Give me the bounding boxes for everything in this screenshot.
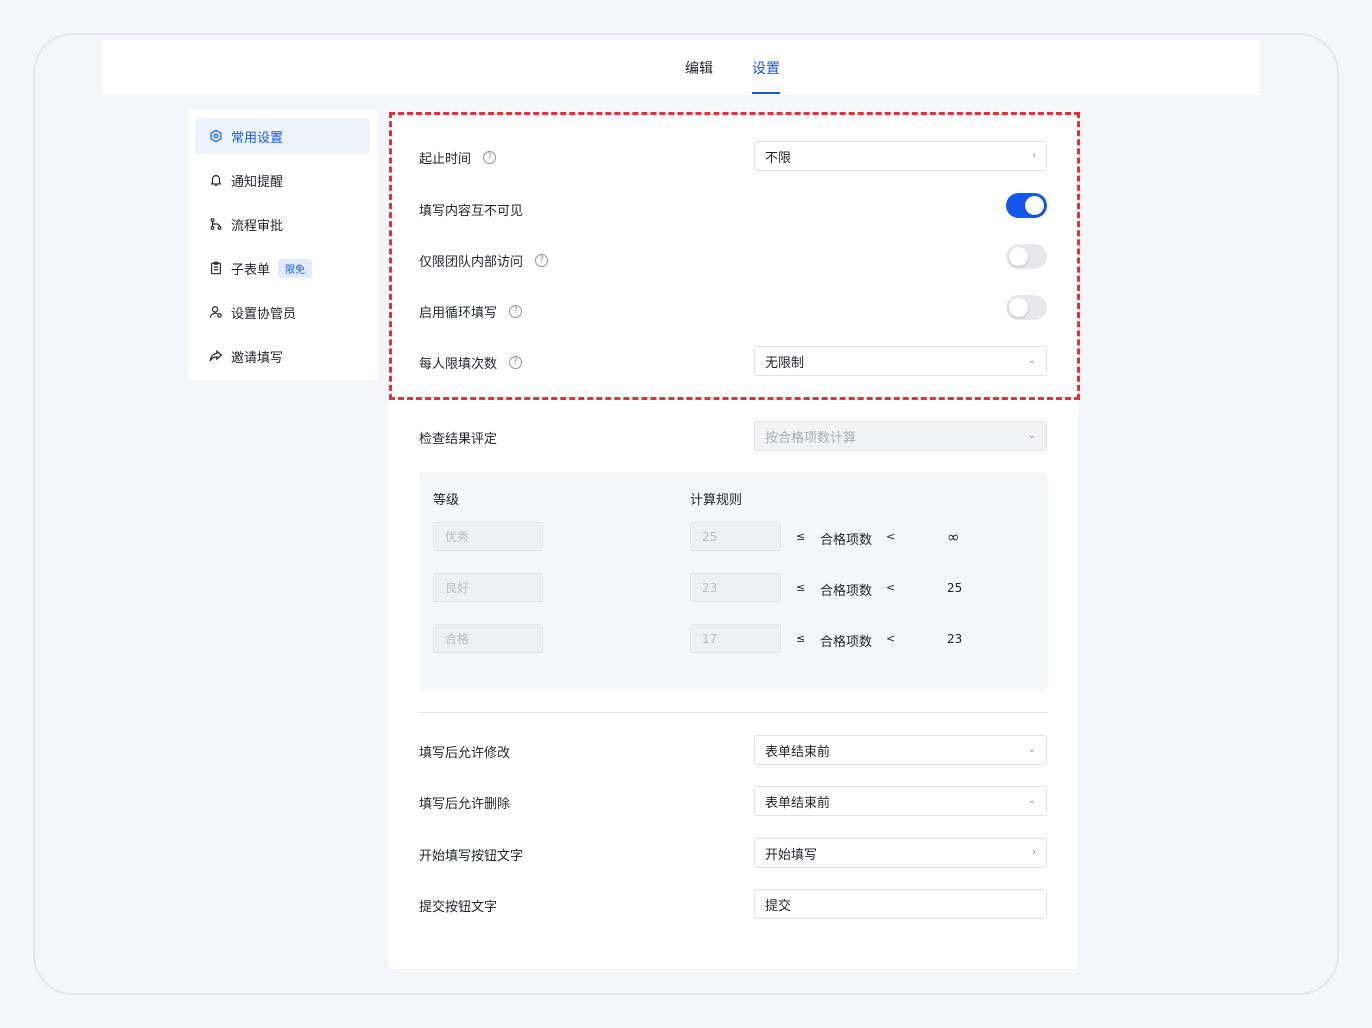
fill-limit-select[interactable]: 无限制 ⌄	[754, 346, 1047, 376]
chevron-down-icon: ⌄	[1027, 744, 1036, 755]
chevron-right-icon: ›	[1032, 847, 1036, 858]
start-end-time-label: 起止时间	[419, 152, 472, 167]
allow-modify-row: 填写后允许修改	[419, 742, 510, 761]
submit-button-text-label: 提交按钮文字	[419, 900, 498, 915]
chevron-down-icon: ⌄	[1027, 430, 1036, 441]
start-button-text-row: 开始填写按钮文字	[419, 845, 523, 864]
allow-modify-value: 表单结束前	[765, 744, 831, 760]
active-tab-indicator	[752, 92, 780, 94]
check-result-label: 检查结果评定	[419, 432, 498, 447]
tab-edit[interactable]: 编辑	[685, 58, 713, 78]
allow-delete-select[interactable]: 表单结束前 ⌄	[754, 786, 1047, 816]
help-icon[interactable]: ?	[483, 151, 497, 164]
lt-symbol: <	[886, 632, 896, 645]
start-end-time-row: 起止时间 ?	[419, 148, 497, 167]
content-invisible-row: 填写内容互不可见	[419, 200, 523, 219]
clipboard-icon	[211, 261, 221, 275]
sidebar-item-label: 流程审批	[231, 218, 284, 234]
toggle-knob	[1025, 196, 1044, 215]
grade-max-value: 23	[947, 632, 963, 646]
help-icon[interactable]: ?	[509, 305, 523, 318]
team-only-toggle[interactable]	[1006, 244, 1047, 269]
chevron-right-icon: ›	[1032, 150, 1036, 161]
grade-header-rule: 计算规则	[690, 493, 743, 508]
content-invisible-label: 填写内容互不可见	[419, 204, 524, 219]
metric-label: 合格项数	[820, 584, 873, 599]
tab-settings[interactable]: 设置	[752, 58, 780, 78]
lt-symbol: <	[886, 530, 896, 543]
loop-fill-toggle[interactable]	[1006, 295, 1047, 320]
sidebar-item-label: 邀请填写	[231, 350, 284, 366]
team-only-row: 仅限团队内部访问 ?	[419, 251, 549, 270]
start-button-text-value: 开始填写	[765, 847, 818, 863]
submit-button-text-row: 提交按钮文字	[419, 896, 497, 915]
le-symbol: ≤	[796, 530, 806, 543]
grade-name-input[interactable]: 良好	[433, 573, 543, 602]
user-gear-icon	[209, 306, 222, 318]
free-badge: 限免	[278, 258, 313, 278]
sidebar-item-general[interactable]: 常用设置	[195, 118, 370, 154]
sidebar-item-label: 子表单	[231, 262, 271, 278]
help-icon[interactable]: ?	[535, 254, 549, 267]
allow-delete-row: 填写后允许删除	[419, 793, 510, 812]
allow-modify-select[interactable]: 表单结束前 ⌄	[754, 735, 1047, 765]
grade-max-value: 25	[947, 581, 963, 595]
start-end-time-value: 不限	[765, 150, 792, 166]
metric-label: 合格项数	[820, 533, 873, 548]
settings-sidebar: 常用设置 通知提醒 流程审批 子表单 限免 设置协管员 邀请填写	[188, 110, 378, 380]
section-divider	[419, 712, 1048, 713]
start-button-text-label: 开始填写按钮文字	[419, 849, 524, 864]
allow-modify-label: 填写后允许修改	[419, 746, 511, 761]
grade-name-input[interactable]: 合格	[433, 624, 543, 653]
start-button-text-selector[interactable]: 开始填写 ›	[754, 838, 1047, 868]
top-tab-bar: 编辑 设置	[102, 40, 1260, 95]
sidebar-item-label: 通知提醒	[231, 174, 284, 190]
sidebar-item-invite[interactable]: 邀请填写	[195, 338, 370, 374]
lt-symbol: <	[886, 581, 896, 594]
toggle-knob	[1009, 247, 1028, 266]
allow-delete-label: 填写后允许删除	[419, 797, 511, 812]
allow-delete-value: 表单结束前	[765, 795, 831, 811]
sidebar-item-notification[interactable]: 通知提醒	[195, 162, 370, 198]
sidebar-item-co-admin[interactable]: 设置协管员	[195, 294, 370, 330]
grade-name-input[interactable]: 优秀	[433, 522, 543, 551]
metric-label: 合格项数	[820, 635, 873, 650]
sidebar-item-label: 常用设置	[231, 130, 284, 146]
start-end-time-selector[interactable]: 不限 ›	[754, 141, 1047, 171]
fill-limit-label: 每人限填次数	[419, 357, 498, 372]
grade-min-input[interactable]: 17	[690, 624, 781, 653]
loop-fill-label: 启用循环填写	[419, 306, 498, 321]
le-symbol: ≤	[796, 632, 806, 645]
gear-icon	[210, 129, 222, 143]
submit-button-text-input[interactable]: 提交	[754, 889, 1047, 919]
sidebar-item-approval[interactable]: 流程审批	[195, 206, 370, 242]
sidebar-item-label: 设置协管员	[231, 306, 297, 322]
team-only-label: 仅限团队内部访问	[419, 255, 524, 270]
bell-icon	[210, 175, 222, 186]
sidebar-item-subform[interactable]: 子表单 限免	[195, 250, 370, 286]
check-result-value: 按合格项数计算	[765, 430, 857, 446]
content-invisible-toggle[interactable]	[1006, 193, 1047, 218]
check-result-select[interactable]: 按合格项数计算 ⌄	[754, 421, 1047, 451]
chevron-down-icon: ⌄	[1027, 355, 1036, 366]
fill-limit-value: 无限制	[765, 355, 805, 371]
grade-header-level: 等级	[433, 493, 460, 508]
le-symbol: ≤	[796, 581, 806, 594]
loop-fill-row: 启用循环填写 ?	[419, 302, 523, 321]
toggle-knob	[1009, 298, 1028, 317]
submit-button-text-value: 提交	[765, 898, 792, 914]
check-result-row: 检查结果评定	[419, 428, 497, 447]
fill-limit-row: 每人限填次数 ?	[419, 353, 523, 372]
grade-max-value: ∞	[947, 528, 960, 546]
share-icon	[209, 349, 223, 362]
chevron-down-icon: ⌄	[1027, 795, 1036, 806]
help-icon[interactable]: ?	[509, 356, 523, 369]
grade-min-input[interactable]: 23	[690, 573, 781, 602]
flow-icon	[210, 218, 222, 230]
grade-min-input[interactable]: 25	[690, 522, 781, 551]
